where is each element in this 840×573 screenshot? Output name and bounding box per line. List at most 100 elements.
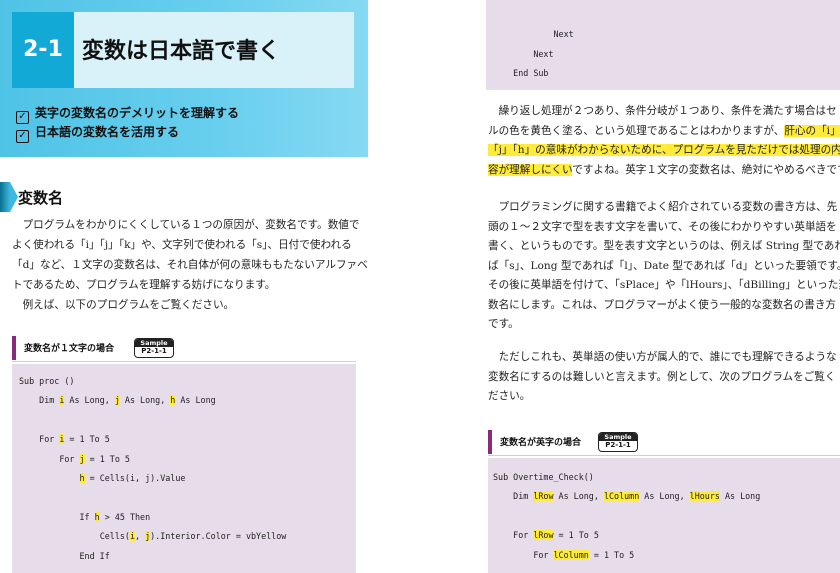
code-line: Next — [493, 29, 574, 39]
code-line: If h > 45 Then — [19, 511, 151, 522]
code-line: Next — [493, 48, 554, 59]
objective-item: ✓ 日本語の変数名を活用する — [16, 123, 179, 143]
code-token: = 1 To 5 — [553, 530, 599, 541]
code-token: For — [39, 434, 60, 445]
code-token: = 1 To 5 — [64, 434, 110, 445]
objective-text: 日本語の変数名を活用する — [35, 125, 180, 139]
highlighted-text: 「j」「h」の意味がわからないために、プログラムを見ただけでは処理の内 — [488, 144, 840, 156]
highlighted-variable: lColumn — [603, 491, 640, 502]
sample-caption-text: 変数名が英字の場合 — [500, 438, 582, 448]
section-marker-icon — [0, 182, 10, 212]
chapter-title-box: 変数は日本語で書く — [74, 12, 354, 88]
code-block-continued: Next Next End Sub — [486, 0, 840, 90]
highlighted-variable: lRow — [533, 530, 554, 541]
paragraph-line: その後に英単語を付けて、「sPlace」や「lHours」、「dBilling」… — [488, 279, 840, 291]
paragraph-line: 書く、というものです。型を表す文字というのは、例えば String 型であれ — [488, 240, 840, 252]
paragraph-line: ば「s」、Long 型であれば「l」、Date 型であれば「d」といった要領です… — [488, 259, 840, 272]
paragraph-line: 数名にします。これは、プログラマーがよく使う一般的な変数名の書き方 — [488, 298, 837, 311]
code-line: End Sub — [493, 68, 549, 78]
sample-caption: 変数名が英字の場合 Sample P2-1-1 — [488, 430, 840, 454]
badge-id: P2-1-1 — [141, 347, 167, 355]
code-token: > 45 Then — [99, 511, 151, 522]
sample-caption-text: 変数名が１文字の場合 — [24, 344, 115, 354]
paragraph-line: 頭の１〜２文字で型を表す文字を書いて、その後にわかりやすい英単語を — [488, 220, 837, 233]
text-segment: ルの色を黄色く塗る、という処理であることはわかりますが、 — [488, 124, 785, 137]
code-line: End If — [19, 551, 110, 561]
code-line: For i = 1 To 5 — [19, 434, 110, 445]
paragraph-line: 容が理解しにくいですよね。英字１文字の変数名は、絶対にやめるべきです。 — [488, 161, 840, 180]
sample-caption: 変数名が１文字の場合 Sample P2-1-1 — [12, 336, 368, 360]
highlighted-text: 容が理解しにくい — [488, 163, 573, 176]
badge-label: Sample — [599, 433, 637, 441]
code-line: For j = 1 To 5 — [19, 453, 130, 464]
paragraph-line: ただしこれも、英単語の使い方が属人的で、誰にでも理解できるような — [488, 351, 837, 363]
sample-badge: Sample P2-1-1 — [598, 432, 638, 452]
code-token: For — [513, 530, 534, 541]
highlighted-variable: lHours — [689, 491, 720, 502]
paragraph-line: トであるため、プログラムを理解する妨げになります。 — [12, 279, 276, 291]
code-block: Sub Overtime_Check() Dim lRow As Long, l… — [488, 458, 840, 573]
highlighted-variable: lRow — [533, 491, 554, 502]
paragraph-line: 繰り返し処理が２つあり、条件分岐が１つあり、条件を満たす場合はセ — [488, 102, 837, 121]
paragraph-line: 「j」「h」の意味がわからないために、プログラムを見ただけでは処理の内 — [488, 141, 840, 160]
right-page: Next Next End Sub 繰り返し処理が２つあり、条件分岐が１つあり、… — [478, 0, 840, 573]
highlighted-text: 肝心の「i」 — [784, 124, 840, 137]
code-token: If — [79, 511, 95, 522]
code-line: For lRow = 1 To 5 — [493, 530, 599, 541]
section-heading: 変数名 — [0, 182, 368, 212]
code-line: Sub proc () — [19, 376, 74, 386]
code-line: Dim lRow As Long, lColumn As Long, lHour… — [493, 491, 761, 502]
paragraph-line: です。 — [488, 318, 519, 330]
sample-badge: Sample P2-1-1 — [134, 338, 174, 358]
paragraph-line: プログラミングに関する書籍でよく紹介されている変数の書き方は、先 — [488, 201, 838, 213]
code-token: As Long — [175, 395, 216, 406]
code-token: As Long, — [64, 395, 115, 406]
paragraph-line: 「d」など、１文字の変数名は、それ自体が何の意味ももたないアルファベッ — [12, 259, 368, 271]
code-token: Sub Overtime_Check() — [493, 472, 594, 482]
code-line: Dim i As Long, j As Long, h As Long — [19, 395, 216, 406]
code-token: = Cells(i, j).Value — [84, 473, 186, 483]
text-segment: ですよね。英字１文字の変数名は、絶対にやめるべきです。 — [572, 163, 840, 176]
code-token: As Long — [719, 491, 761, 502]
badge-label: Sample — [135, 339, 173, 347]
code-token: As Long, — [119, 395, 171, 406]
code-token: = 1 To 5 — [588, 549, 635, 560]
code-token: For — [533, 549, 554, 560]
chapter-header: 2-1 変数は日本語で書く ✓ 英字の変数名のデメリットを理解する ✓ 日本語の変数… — [0, 0, 368, 157]
code-token: Dim — [39, 395, 60, 406]
code-token: Dim — [513, 491, 534, 502]
left-page: 2-1 変数は日本語で書く ✓ 英字の変数名のデメリットを理解する ✓ 日本語の変数… — [0, 0, 368, 573]
code-line: Cells(i, j).Interior.Color = vbYellow — [19, 531, 287, 542]
code-token: Cells( — [99, 531, 130, 542]
paragraph-line: よく使われる「i」「j」「k」や、文字列で使われる「s」、日付で使われる — [12, 239, 352, 251]
badge-id: P2-1-1 — [605, 441, 631, 449]
code-token: , — [135, 531, 146, 542]
code-line: For lColumn = 1 To 5 — [493, 549, 635, 560]
text-segment: 繰り返し処理が２つあり、条件分岐が１つあり、条件を満たす場合はセ — [488, 105, 837, 117]
checkbox-icon: ✓ — [16, 130, 29, 143]
objective-text: 英字の変数名のデメリットを理解する — [35, 106, 240, 120]
code-token: As Long, — [553, 491, 604, 502]
code-token: Sub proc () — [19, 376, 75, 386]
divider — [488, 455, 840, 456]
code-token: End If — [79, 550, 110, 561]
highlighted-variable: lColumn — [553, 549, 589, 560]
code-line: Sub Overtime_Check() — [493, 472, 594, 482]
section-marker-arrow-icon — [10, 182, 18, 212]
section-title: 変数名 — [18, 189, 64, 207]
chapter-title: 変数は日本語で書く — [82, 39, 281, 64]
paragraph-line: ルの色を黄色く塗る、という処理であることはわかりますが、肝心の「i」 — [488, 122, 840, 141]
divider — [12, 361, 356, 362]
code-token: For — [59, 453, 80, 464]
code-block: Sub proc () Dim i As Long, j As Long, h … — [12, 364, 356, 573]
code-line: h = Cells(i, j).Value — [19, 473, 185, 483]
paragraph-line: ださい。 — [488, 390, 531, 402]
paragraph-line: 変数名にするのは難しいと言えます。例として、次のプログラムをご覧く — [488, 370, 836, 383]
code-token: As Long, — [639, 491, 690, 502]
code-token: = 1 To 5 — [84, 453, 130, 464]
code-token: ).Interior.Color = vbYellow — [150, 531, 287, 542]
paragraph-line: プログラムをわかりにくくしている１つの原因が、変数名です。数値で — [12, 219, 360, 231]
chapter-number: 2-1 — [12, 12, 74, 88]
objective-item: ✓ 英字の変数名のデメリットを理解する — [16, 104, 239, 124]
paragraph-line: 例えば、以下のプログラムをご覧ください。 — [12, 299, 235, 311]
